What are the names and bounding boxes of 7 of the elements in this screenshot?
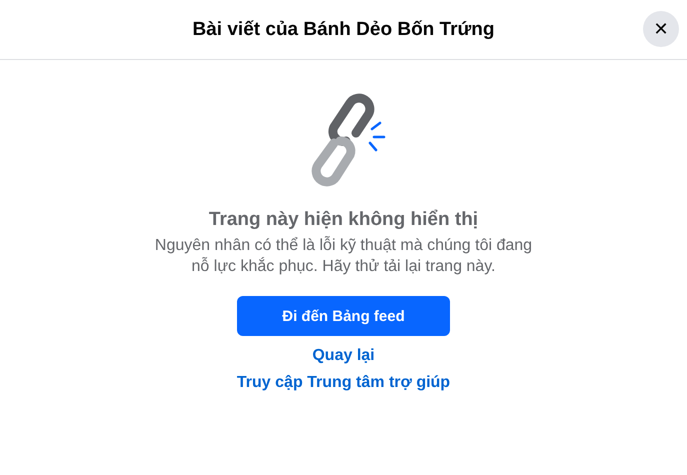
link[interactable]: Quay lại xyxy=(312,347,375,365)
link[interactable]: Truy cập Trung tâm trợ giúp xyxy=(236,374,450,392)
error-message: Nguyên nhân có thể là lỗi kỹ thuật mà chúng tôi đang nỗ lực khắc phục. Hãy thử tải lại trang này. xyxy=(154,235,534,277)
close-button[interactable]: ✕ xyxy=(643,11,679,47)
dialog-title: Bài viết của Bánh Dẻo Bốn Trứng xyxy=(192,18,494,40)
error-heading: Trang này hiện không hiển thị xyxy=(208,209,478,231)
feed-button[interactable]: Đi đến Bảng feed xyxy=(237,296,450,336)
